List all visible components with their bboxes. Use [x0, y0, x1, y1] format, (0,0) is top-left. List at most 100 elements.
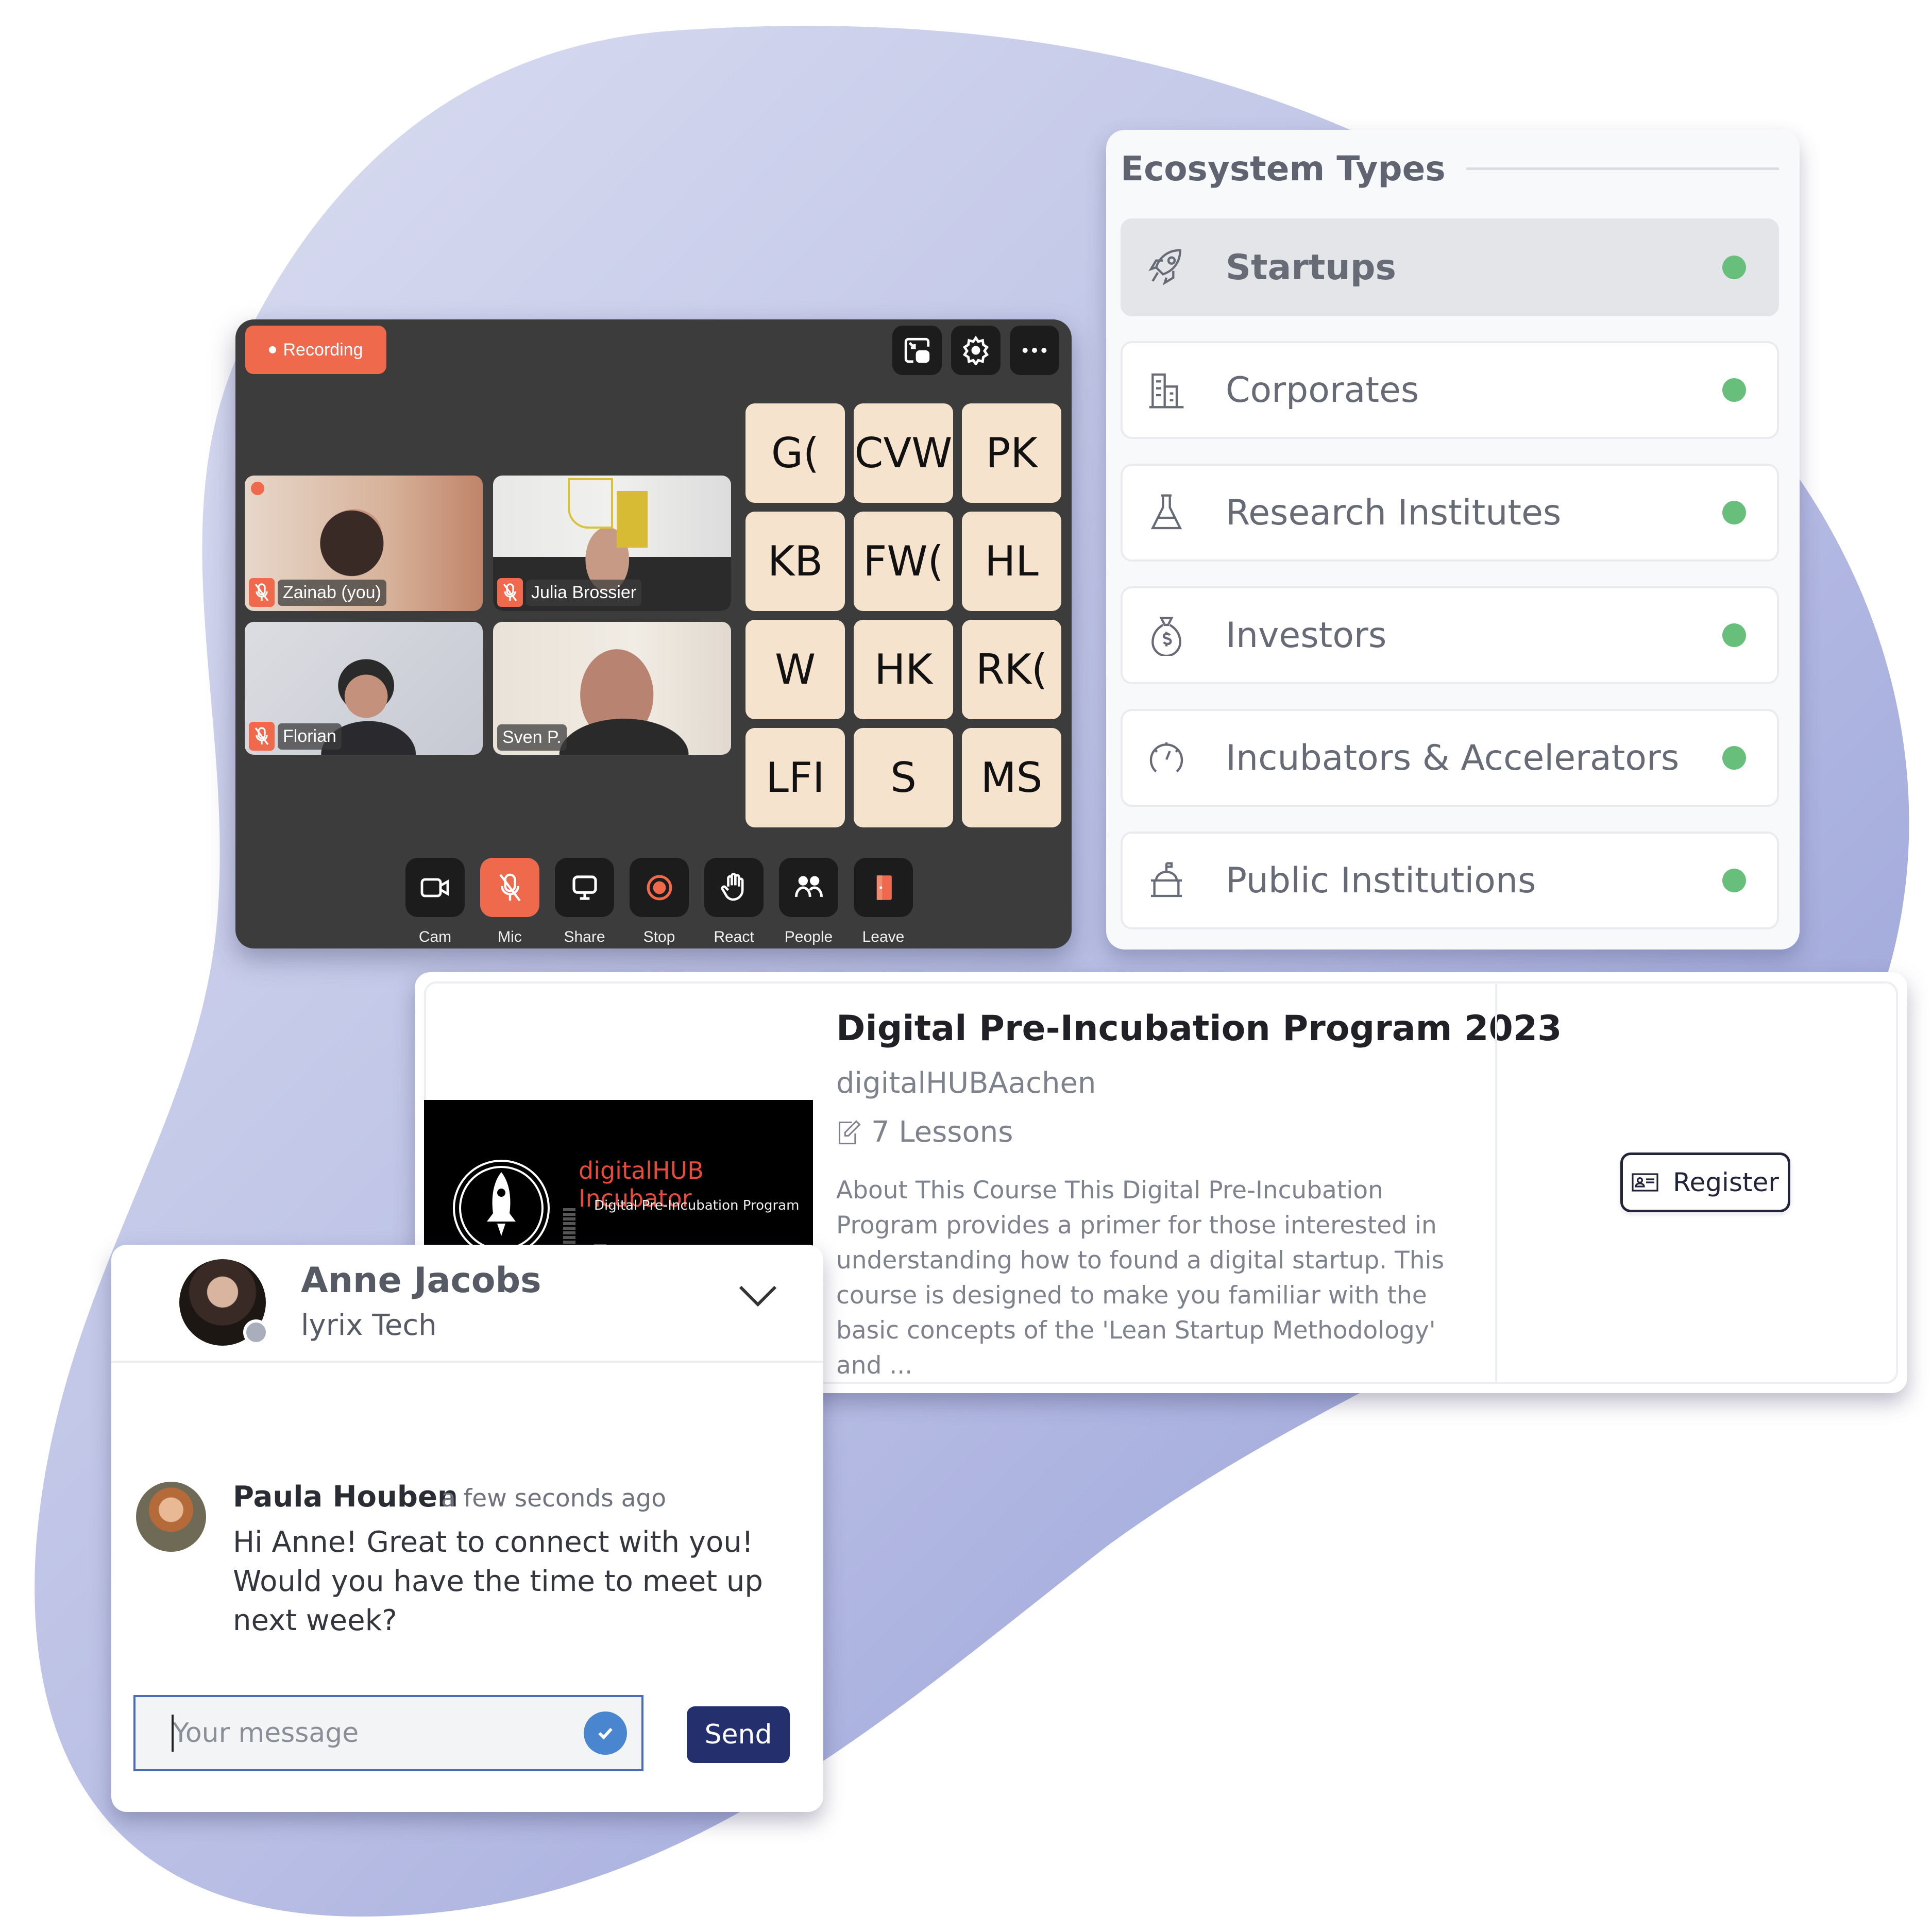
mic-label: Mic — [498, 928, 522, 945]
participant-initials-grid: G( CVW PK KB FW( HL W HK RK( LFI S MS — [745, 403, 1061, 827]
presence-indicator — [243, 1319, 269, 1345]
ecosystem-item-startups[interactable]: Startups — [1121, 218, 1779, 316]
mic-off-icon — [255, 583, 269, 601]
chat-panel: Anne Jacobs lyrix Tech Paula Houben a fe… — [111, 1245, 823, 1812]
picture-in-picture-icon — [904, 337, 930, 363]
ecosystem-item-public-institutions[interactable]: Public Institutions — [1121, 832, 1779, 929]
initials-tile[interactable]: PK — [962, 403, 1061, 503]
recording-badge: Recording — [245, 326, 386, 374]
call-controls: Cam Mic Share Stop React People Leave — [405, 858, 913, 946]
check-icon — [584, 1711, 627, 1755]
initials-tile[interactable]: KB — [745, 512, 845, 611]
react-label: React — [714, 928, 754, 945]
speedometer-icon — [1149, 742, 1183, 773]
people-button[interactable]: People — [779, 858, 838, 946]
more-options-button[interactable] — [1010, 326, 1059, 375]
ecosystem-item-research-institutes[interactable]: Research Institutes — [1121, 464, 1779, 562]
initials-tile[interactable]: W — [745, 620, 845, 719]
buildings-icon — [1149, 373, 1184, 409]
course-title[interactable]: Digital Pre-Incubation Program 2023 — [836, 1008, 1562, 1049]
register-label: Register — [1673, 1167, 1779, 1197]
course-lessons: 7 Lessons — [836, 1115, 1013, 1149]
rocket-logo-icon — [453, 1160, 550, 1257]
ecosystem-item-label: Research Institutes — [1226, 492, 1562, 533]
ecosystem-item-investors[interactable]: Investors — [1121, 586, 1779, 684]
ecosystem-item-label: Investors — [1226, 615, 1387, 656]
money-bag-icon — [1151, 617, 1181, 656]
record-stop-icon — [647, 875, 672, 900]
initials-tile[interactable]: HK — [854, 620, 953, 719]
ecosystem-item-label: Corporates — [1226, 369, 1419, 411]
initials-tile[interactable]: G( — [745, 403, 845, 503]
initials-tile[interactable]: LFI — [745, 728, 845, 827]
share-button[interactable]: Share — [555, 858, 614, 946]
leave-door-icon — [876, 875, 892, 900]
ecosystem-title: Ecosystem Types — [1121, 148, 1446, 189]
participant-tile[interactable]: Julia Brossier — [493, 476, 731, 611]
status-dot — [1722, 869, 1746, 892]
participant-tile[interactable]: Zainab (you) — [245, 476, 483, 611]
ecosystem-item-label: Incubators & Accelerators — [1226, 737, 1680, 778]
wall-art — [617, 491, 648, 548]
mic-button[interactable]: Mic — [480, 858, 539, 946]
hand-wave-icon — [721, 872, 743, 901]
chat-header[interactable]: Anne Jacobs lyrix Tech — [111, 1245, 823, 1363]
participant-tile[interactable]: Sven P. — [493, 622, 731, 755]
ecosystem-item-incubators-accelerators[interactable]: Incubators & Accelerators — [1121, 709, 1779, 807]
camera-icon — [420, 878, 449, 897]
initials-tile[interactable]: RK( — [962, 620, 1061, 719]
speaking-indicator — [251, 482, 264, 495]
participant-name: Julia Brossier — [526, 579, 642, 606]
chevron-down-icon[interactable] — [737, 1283, 778, 1309]
status-dot — [1722, 256, 1746, 279]
edit-icon — [838, 1120, 861, 1144]
status-dot — [1722, 501, 1746, 524]
message-sender: Paula Houben — [233, 1480, 458, 1514]
register-button[interactable]: Register — [1620, 1153, 1790, 1212]
participant-name: Florian — [278, 723, 342, 750]
ecosystem-item-label: Public Institutions — [1226, 860, 1536, 901]
initials-tile[interactable]: CVW — [854, 403, 953, 503]
ecosystem-types-panel: Ecosystem Types Startups Corporates Rese… — [1106, 130, 1800, 950]
mic-off-icon — [499, 873, 521, 901]
cam-button[interactable]: Cam — [405, 858, 465, 946]
participant-tile[interactable]: Florian — [245, 622, 483, 755]
course-description: About This Course This Digital Pre-Incub… — [836, 1176, 1445, 1380]
title-divider — [1466, 167, 1779, 170]
recording-label: Recording — [283, 340, 363, 360]
message-input[interactable] — [172, 1717, 584, 1749]
message-text: Hi Anne! Great to connect with you! Woul… — [233, 1526, 763, 1637]
share-label: Share — [564, 928, 605, 945]
picture-in-picture-button[interactable] — [892, 326, 942, 375]
thumbnail-subtitle: Digital Pre-Incubation Program — [594, 1198, 800, 1213]
ecosystem-item-label: Startups — [1226, 247, 1396, 288]
status-dot — [1722, 623, 1746, 647]
ecosystem-item-corporates[interactable]: Corporates — [1121, 341, 1779, 439]
mic-off-icon — [503, 583, 517, 601]
people-label: People — [784, 928, 833, 945]
initials-tile[interactable]: HL — [962, 512, 1061, 611]
react-button[interactable]: React — [704, 858, 764, 946]
gear-icon — [962, 335, 989, 365]
stop-label: Stop — [643, 928, 675, 945]
cam-label: Cam — [418, 928, 452, 945]
send-button[interactable]: Send — [687, 1706, 790, 1763]
participant-name: Zainab (you) — [278, 579, 386, 606]
mic-off-icon — [255, 727, 269, 745]
avatar — [136, 1482, 206, 1552]
course-organizer[interactable]: digitalHUBAachen — [836, 1066, 1096, 1100]
message-input-container — [133, 1695, 643, 1771]
initials-tile[interactable]: S — [854, 728, 953, 827]
more-icon — [1022, 348, 1047, 353]
people-icon — [794, 875, 823, 897]
status-dot — [1722, 746, 1746, 770]
leave-button[interactable]: Leave — [854, 858, 913, 946]
initials-tile[interactable]: FW( — [854, 512, 953, 611]
initials-tile[interactable]: MS — [962, 728, 1061, 827]
screen-share-icon — [572, 875, 597, 900]
lessons-count: 7 Lessons — [871, 1115, 1013, 1149]
stop-recording-button[interactable]: Stop — [630, 858, 689, 946]
rocket-icon — [1148, 249, 1181, 285]
card-divider — [1495, 981, 1497, 1384]
settings-button[interactable] — [951, 326, 1001, 375]
